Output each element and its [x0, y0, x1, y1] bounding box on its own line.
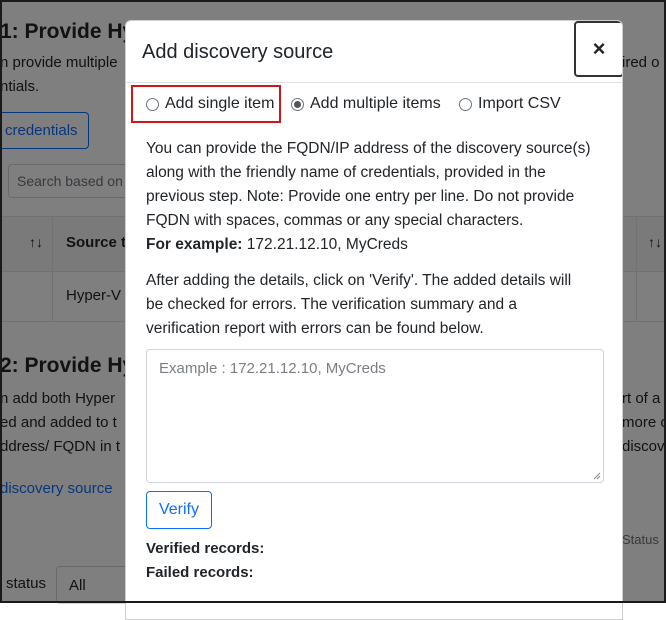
radio-add-single-item[interactable]: Add single item	[146, 87, 274, 121]
instructions-line: After adding the details, click on 'Veri…	[146, 272, 572, 289]
close-icon: ×	[592, 36, 606, 61]
description-line: previous step. Note: Provide one entry p…	[146, 188, 575, 205]
source-type-radio-group: Add single item Add multiple items Impor…	[134, 87, 614, 121]
resize-handle-icon[interactable]	[593, 472, 601, 480]
radio-label: Add multiple items	[310, 95, 441, 112]
description-line: along with the friendly name of credenti…	[146, 164, 546, 181]
radio-label: Import CSV	[478, 95, 561, 112]
instructions-line: be checked for errors. The verification …	[146, 296, 518, 313]
modal-header: Add discovery source	[126, 21, 622, 83]
verify-button[interactable]: Verify	[146, 491, 212, 529]
failed-records-label: Failed records:	[146, 564, 254, 581]
radio-import-csv[interactable]: Import CSV	[459, 87, 561, 121]
modal-title: Add discovery source	[142, 41, 334, 63]
radio-circle-checked[interactable]	[291, 97, 304, 111]
sources-textarea[interactable]: Example : 172.21.12.10, MyCreds	[146, 349, 604, 483]
example-value: 172.21.12.10, MyCreds	[242, 236, 408, 253]
description-line: FQDN with spaces, commas or any special …	[146, 212, 524, 229]
example-line: For example: 172.21.12.10, MyCreds	[146, 233, 616, 257]
instructions-line: verification report with errors can be f…	[146, 320, 484, 337]
verified-records-label: Verified records:	[146, 540, 265, 557]
description-line: You can provide the FQDN/IP address of t…	[146, 140, 591, 157]
radio-label: Add single item	[165, 95, 275, 112]
example-label: For example:	[146, 236, 243, 253]
close-button[interactable]: ×	[574, 21, 622, 77]
add-discovery-source-dialog: Add discovery source × Add single item A…	[125, 20, 623, 620]
radio-circle[interactable]	[146, 97, 159, 111]
verify-button-label: Verify	[158, 501, 199, 518]
instructions-text: After adding the details, click on 'Veri…	[146, 269, 616, 341]
textarea-placeholder: Example : 172.21.12.10, MyCreds	[159, 360, 386, 377]
description-text: You can provide the FQDN/IP address of t…	[146, 137, 616, 257]
radio-add-multiple-items[interactable]: Add multiple items	[291, 87, 441, 121]
radio-circle[interactable]	[459, 97, 472, 111]
